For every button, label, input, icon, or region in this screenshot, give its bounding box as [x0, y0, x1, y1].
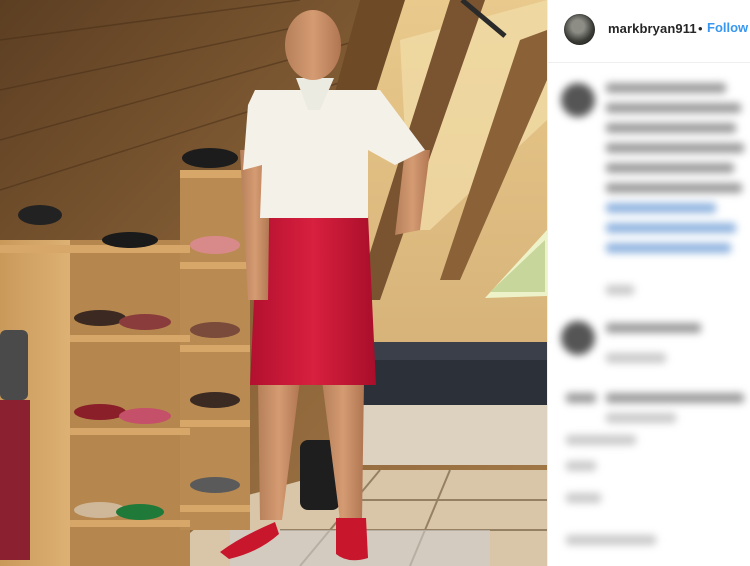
comment-meta: [566, 535, 656, 545]
comments-section: [548, 63, 750, 566]
comment-text-line: [606, 163, 734, 173]
comment-meta: [566, 435, 636, 445]
post-photo[interactable]: [0, 0, 547, 566]
comment-meta: [566, 461, 596, 471]
comment-meta: [566, 493, 601, 503]
commenter-avatar[interactable]: [561, 321, 595, 355]
comment-meta: [606, 413, 676, 423]
comment-text-line: [606, 393, 744, 403]
instagram-post-view: markbryan911 • Follow: [0, 0, 750, 566]
username-link[interactable]: markbryan911: [608, 21, 697, 36]
comment-text-line: [566, 393, 596, 403]
photo-illustration: [0, 0, 547, 566]
comment-text-line: [606, 103, 741, 113]
comment-text-line: [606, 323, 701, 333]
post-sidebar: markbryan911 • Follow: [547, 0, 750, 566]
comment-text-line: [606, 183, 742, 193]
separator-dot: •: [698, 21, 703, 36]
comment-hashtags[interactable]: [606, 223, 736, 233]
avatar-ring: [564, 14, 595, 45]
comment-text-line: [606, 123, 736, 133]
comment-meta: [606, 353, 666, 363]
comment-text-line: [606, 83, 726, 93]
comment-hashtags[interactable]: [606, 243, 731, 253]
follow-button[interactable]: Follow: [707, 20, 748, 35]
comment-text-line: [606, 143, 744, 153]
comment-timestamp: [606, 285, 634, 295]
profile-avatar[interactable]: [564, 14, 595, 45]
comment-hashtags[interactable]: [606, 203, 716, 213]
commenter-avatar[interactable]: [561, 83, 595, 117]
post-header: markbryan911 • Follow: [548, 0, 750, 63]
